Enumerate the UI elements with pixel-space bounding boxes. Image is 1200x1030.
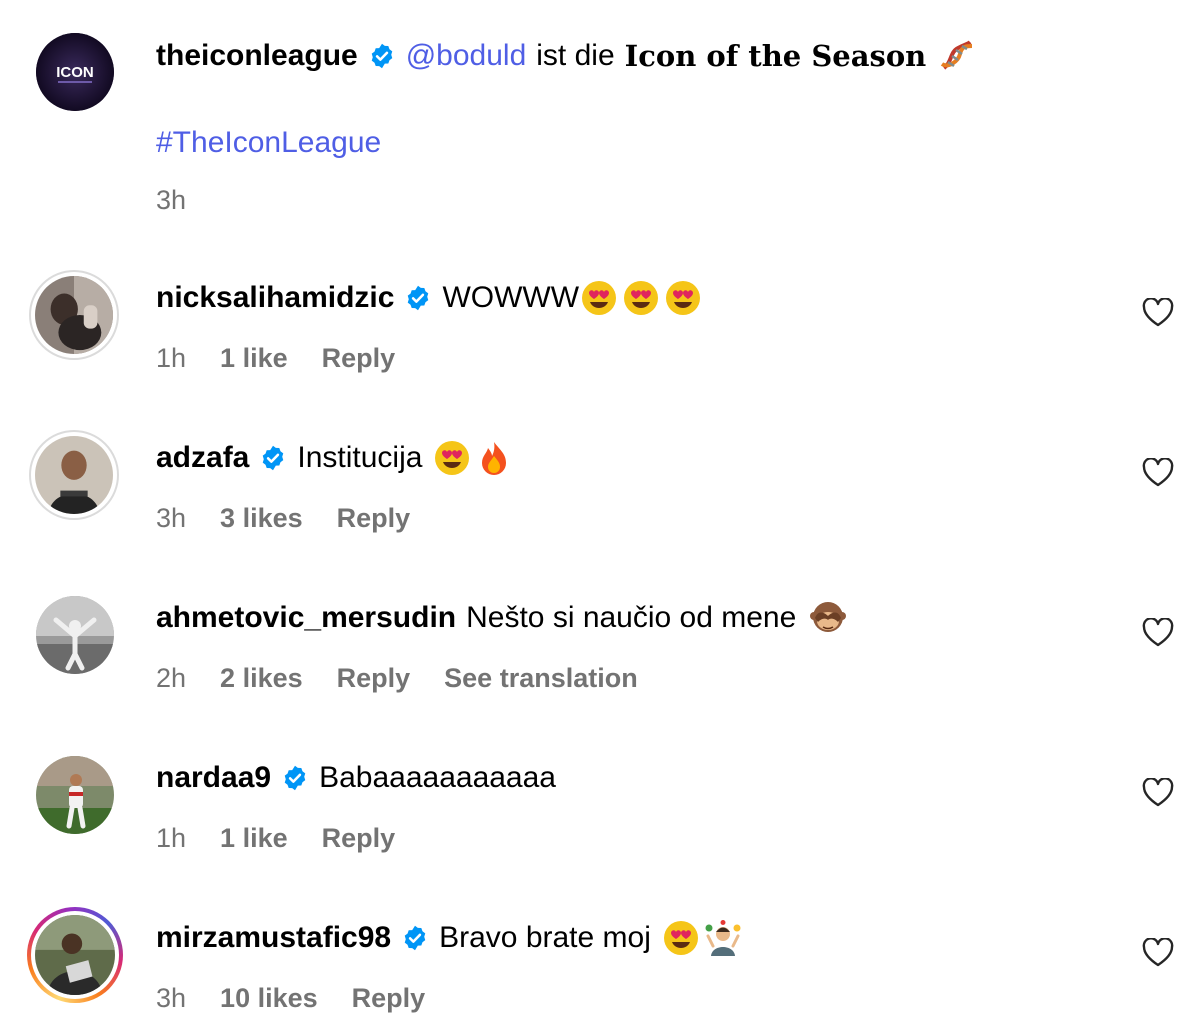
comment-time[interactable]: 2h bbox=[156, 660, 186, 696]
reply-button[interactable]: Reply bbox=[352, 980, 426, 1016]
profile-photo-icon bbox=[35, 915, 115, 995]
heart-eyes-icon bbox=[581, 280, 617, 316]
like-heart-icon[interactable] bbox=[1142, 778, 1174, 808]
heart-eyes-icon bbox=[663, 920, 699, 956]
hashtag-line: #TheIconLeague bbox=[156, 123, 381, 163]
icon-league-logo: ICON bbox=[36, 33, 114, 111]
juggler-icon bbox=[705, 920, 741, 956]
comment-line: mirzamustafic98 Bravo brate moj bbox=[156, 918, 741, 958]
comment-likes[interactable]: 10 likes bbox=[220, 980, 318, 1016]
comment-text: Institucija bbox=[297, 441, 423, 474]
comment-time[interactable]: 3h bbox=[156, 500, 186, 536]
see-translation-button[interactable]: See translation bbox=[444, 660, 638, 696]
verified-badge-icon bbox=[281, 764, 309, 792]
comment-text: WOWWW bbox=[442, 281, 580, 314]
verified-badge-icon bbox=[404, 284, 432, 312]
avatar[interactable] bbox=[29, 430, 119, 520]
like-heart-icon[interactable] bbox=[1142, 618, 1174, 648]
avatar-story-ring[interactable] bbox=[27, 907, 123, 1003]
verified-badge-icon bbox=[368, 42, 396, 70]
reply-button[interactable]: Reply bbox=[337, 500, 411, 536]
like-heart-icon[interactable] bbox=[1142, 298, 1174, 328]
comment-username[interactable]: nardaa9 bbox=[156, 758, 271, 798]
comment-line: nardaa9 Babaaaaaaaaaaa bbox=[156, 758, 556, 798]
avatar[interactable] bbox=[36, 596, 114, 674]
dna-icon bbox=[938, 38, 974, 74]
profile-photo-icon bbox=[35, 276, 113, 354]
fire-icon bbox=[476, 440, 512, 476]
comment-text: Babaaaaaaaaaaa bbox=[319, 761, 556, 794]
profile-photo-icon bbox=[36, 596, 114, 674]
comment-username[interactable]: mirzamustafic98 bbox=[156, 918, 391, 958]
like-heart-icon[interactable] bbox=[1142, 938, 1174, 968]
see-no-evil-monkey-icon bbox=[810, 600, 847, 636]
comment-text: Nešto si naučio od mene bbox=[466, 601, 797, 634]
caption-text: ist die bbox=[536, 39, 615, 72]
verified-badge-icon bbox=[401, 924, 429, 952]
heart-eyes-icon bbox=[623, 280, 659, 316]
post-meta: 3h bbox=[156, 182, 220, 218]
comment-line: adzafa Institucija bbox=[156, 438, 512, 478]
comment-line: ahmetovic_mersudin Nešto si naučio od me… bbox=[156, 598, 847, 638]
post-time[interactable]: 3h bbox=[156, 182, 186, 218]
hashtag-link[interactable]: #TheIconLeague bbox=[156, 123, 381, 163]
reply-button[interactable]: Reply bbox=[322, 340, 396, 376]
comment-meta: 3h 10 likes Reply bbox=[156, 980, 459, 1016]
heart-eyes-icon bbox=[665, 280, 701, 316]
comment-likes[interactable]: 1 like bbox=[220, 820, 288, 856]
caption-bold-text: Icon of the Season bbox=[624, 39, 927, 73]
comment-meta: 1h 1 like Reply bbox=[156, 820, 429, 856]
verified-badge-icon bbox=[259, 444, 287, 472]
reply-button[interactable]: Reply bbox=[322, 820, 396, 856]
comment-likes[interactable]: 2 likes bbox=[220, 660, 303, 696]
profile-photo-icon bbox=[35, 436, 113, 514]
avatar[interactable] bbox=[29, 270, 119, 360]
avatar[interactable] bbox=[36, 756, 114, 834]
comment-time[interactable]: 3h bbox=[156, 980, 186, 1016]
heart-eyes-icon bbox=[434, 440, 470, 476]
post-avatar[interactable]: ICON bbox=[36, 33, 114, 111]
svg-text:ICON: ICON bbox=[56, 64, 94, 81]
comment-time[interactable]: 1h bbox=[156, 820, 186, 856]
like-heart-icon[interactable] bbox=[1142, 458, 1174, 488]
comment-likes[interactable]: 3 likes bbox=[220, 500, 303, 536]
post-username[interactable]: theiconleague bbox=[156, 36, 358, 76]
comment-line: nicksalihamidzic WOWWW bbox=[156, 278, 701, 318]
comment-meta: 2h 2 likes Reply See translation bbox=[156, 660, 672, 696]
comment-meta: 3h 3 likes Reply bbox=[156, 500, 444, 536]
comment-username[interactable]: nicksalihamidzic bbox=[156, 278, 394, 318]
comment-meta: 1h 1 like Reply bbox=[156, 340, 429, 376]
comment-text: Bravo brate moj bbox=[439, 921, 651, 954]
comment-likes[interactable]: 1 like bbox=[220, 340, 288, 376]
reply-button[interactable]: Reply bbox=[337, 660, 411, 696]
comment-time[interactable]: 1h bbox=[156, 340, 186, 376]
profile-photo-icon bbox=[36, 756, 114, 834]
post-caption: theiconleague @boduld ist die Icon of th… bbox=[156, 36, 974, 76]
comment-username[interactable]: adzafa bbox=[156, 438, 249, 478]
mention-link[interactable]: @boduld bbox=[406, 36, 527, 76]
comment-username[interactable]: ahmetovic_mersudin bbox=[156, 598, 456, 638]
